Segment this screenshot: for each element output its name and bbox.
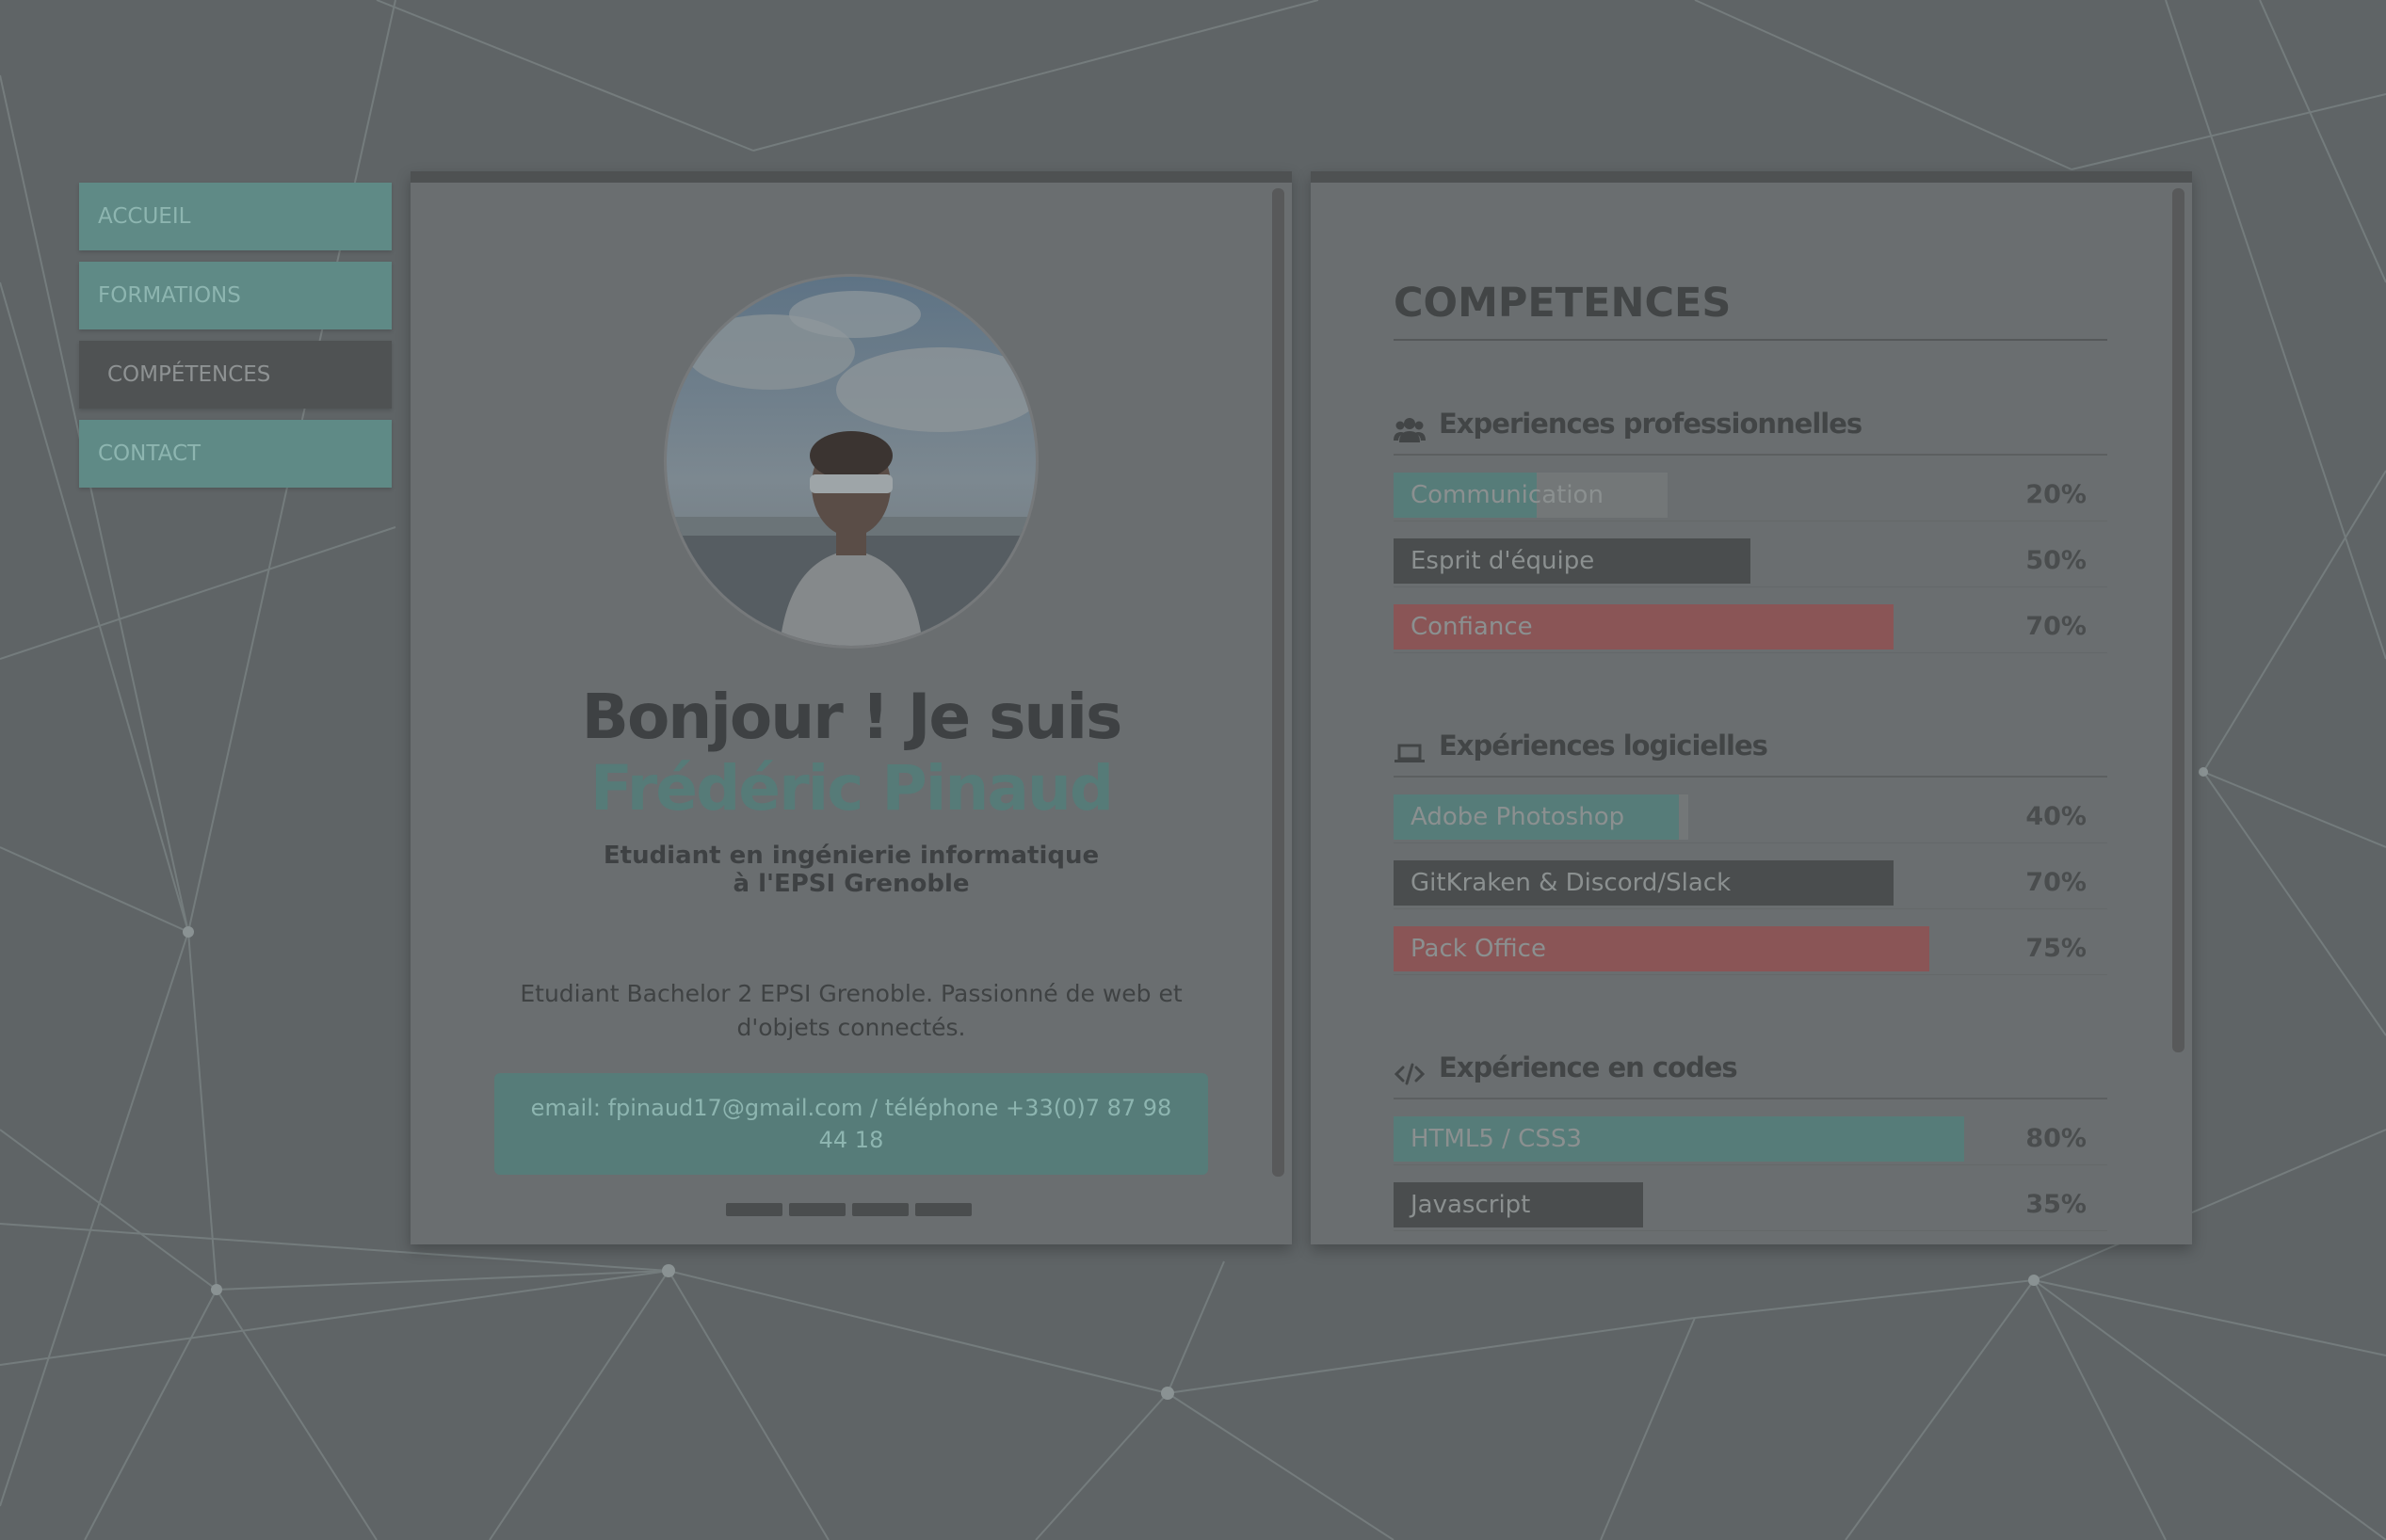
skill-percent: 80% [2025, 1124, 2087, 1153]
section-heading: Expériences logicielles [1394, 719, 2107, 778]
slider-dot[interactable] [915, 1203, 972, 1216]
skill-percent: 75% [2025, 934, 2087, 963]
skill-label: Adobe Photoshop [1411, 803, 1625, 831]
skill-label: HTML5 / CSS3 [1411, 1125, 1582, 1153]
skills-scrollbar[interactable] [2172, 188, 2184, 1052]
skill-row: Pack Office 75% [1394, 909, 2107, 975]
skill-label: Pack Office [1411, 935, 1546, 963]
section-experience-en-codes: Expérience en codes HTML5 / CSS3 80% Jav… [1394, 1041, 2107, 1231]
section-heading: Experiences professionnelles [1394, 397, 2107, 456]
skill-row: Javascript 35% [1394, 1165, 2107, 1231]
contact-info-box: email: fpinaud17@gmail.com / téléphone +… [494, 1073, 1208, 1175]
skill-percent: 20% [2025, 480, 2087, 509]
section-title: Experiences professionnelles [1439, 408, 1862, 440]
skills-title: COMPETENCES [1394, 265, 2107, 341]
skill-row: Adobe Photoshop 40% [1394, 778, 2107, 843]
skill-percent: 70% [2025, 612, 2087, 641]
skill-row: Confiance 70% [1394, 587, 2107, 653]
skill-percent: 50% [2025, 546, 2087, 575]
code-icon [1394, 1052, 1426, 1085]
profile-subtitle: Etudiant en ingénierie informatique à l'… [569, 842, 1134, 898]
side-navigation: ACCUEIL FORMATIONS COMPÉTENCES CONTACT [79, 183, 392, 499]
skill-label: Communication [1411, 481, 1604, 509]
skill-row: HTML5 / CSS3 80% [1394, 1099, 2107, 1165]
nav-item-accueil[interactable]: ACCUEIL [79, 183, 392, 250]
nav-item-competences[interactable]: COMPÉTENCES [79, 341, 392, 409]
skill-label: Esprit d'équipe [1411, 547, 1595, 575]
greeting-heading: Bonjour ! Je suis [581, 681, 1123, 753]
nav-item-formations[interactable]: FORMATIONS [79, 262, 392, 329]
slider-dot[interactable] [789, 1203, 846, 1216]
skill-percent: 40% [2025, 802, 2087, 831]
skill-label: Javascript [1411, 1191, 1531, 1219]
section-experiences-logicielles: Expériences logicielles Adobe Photoshop … [1394, 719, 2107, 975]
profile-name: Frédéric Pinaud [589, 752, 1114, 825]
section-title: Expériences logicielles [1439, 730, 1768, 762]
slider-dots [726, 1203, 978, 1216]
slider-dot[interactable] [852, 1203, 909, 1216]
skill-percent: 70% [2025, 868, 2087, 897]
skill-row: GitKraken & Discord/Slack 70% [1394, 843, 2107, 909]
skill-label: GitKraken & Discord/Slack [1411, 869, 1732, 897]
nav-item-contact[interactable]: CONTACT [79, 420, 392, 488]
subtitle-line-1: Etudiant en ingénierie informatique [603, 842, 1100, 870]
subtitle-line-2: à l'EPSI Grenoble [733, 870, 970, 898]
users-icon [1394, 409, 1426, 442]
skill-row: Esprit d'équipe 50% [1394, 521, 2107, 587]
section-heading: Expérience en codes [1394, 1041, 2107, 1099]
profile-card: Bonjour ! Je suis Frédéric Pinaud Etudia… [411, 171, 1292, 1244]
profile-description: Etudiant Bachelor 2 EPSI Grenoble. Passi… [520, 980, 1183, 1041]
section-experiences-professionnelles: Experiences professionnelles Communicati… [1394, 397, 2107, 653]
skill-row: Communication 20% [1394, 456, 2107, 521]
laptop-icon [1394, 730, 1426, 762]
skills-card: COMPETENCES Experiences professionnelles… [1311, 171, 2192, 1244]
section-title: Expérience en codes [1439, 1051, 1738, 1083]
slider-dot[interactable] [726, 1203, 782, 1216]
avatar [667, 277, 1036, 646]
skill-percent: 35% [2025, 1190, 2087, 1219]
skill-label: Confiance [1411, 613, 1533, 641]
